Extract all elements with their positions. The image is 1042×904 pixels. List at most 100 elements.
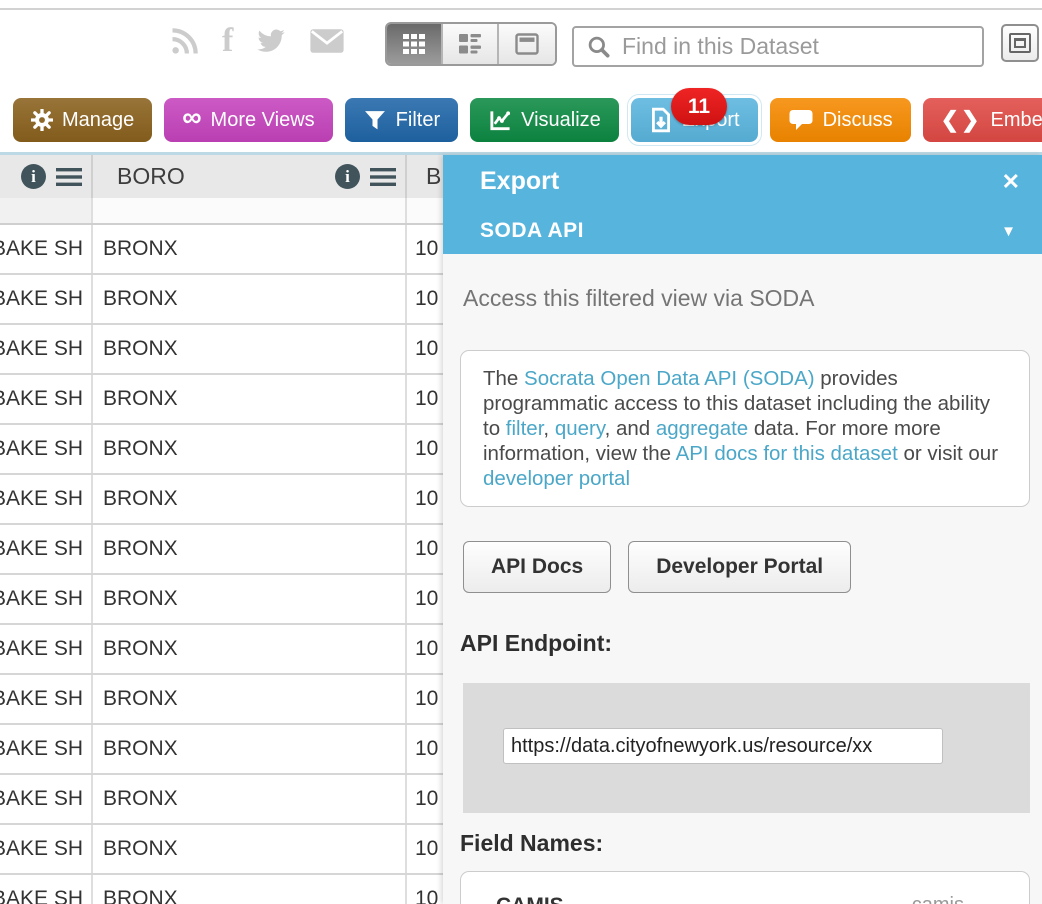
table-row[interactable]: BAKE SHBRONX10 (0, 325, 443, 375)
table-row[interactable]: BAKE SHBRONX10 (0, 475, 443, 525)
search-input[interactable] (622, 33, 982, 60)
cell-dba[interactable]: BAKE SH (0, 425, 93, 473)
table-row[interactable]: BAKE SHBRONX10 (0, 575, 443, 625)
table-row[interactable]: BAKE SHBRONX10 (0, 375, 443, 425)
column-info-icon[interactable]: i (21, 164, 46, 189)
cell-dba[interactable]: BAKE SH (0, 225, 93, 273)
cell-dba[interactable]: BAKE SH (0, 875, 93, 904)
view-mode-grid[interactable] (387, 24, 443, 64)
soda-description: The Socrata Open Data API (SODA) provide… (460, 350, 1030, 507)
cell-dba[interactable]: BAKE SH (0, 325, 93, 373)
chevron-down-icon: ▼ (1001, 223, 1016, 240)
soda-link[interactable]: API docs for this dataset (676, 442, 898, 465)
table-row[interactable]: BAKE SHBRONX10 (0, 275, 443, 325)
email-icon[interactable] (309, 27, 345, 55)
table-row[interactable]: BAKE SHBRONX10 (0, 625, 443, 675)
table-row[interactable]: BAKE SHBRONX10 (0, 875, 443, 904)
export-panel-header: Export ✕ (443, 155, 1042, 208)
soda-link[interactable]: developer portal (483, 467, 630, 490)
cell-dba[interactable]: BAKE SH (0, 625, 93, 673)
cell-boro[interactable]: BRONX (93, 675, 407, 723)
cell-dba[interactable]: BAKE SH (0, 375, 93, 423)
cell-dba[interactable]: BAKE SH (0, 575, 93, 623)
cell-boro[interactable]: BRONX (93, 325, 407, 373)
rss-icon[interactable] (170, 26, 200, 56)
table-row[interactable]: BAKE SHBRONX10 (0, 725, 443, 775)
cell-boro[interactable]: BRONX (93, 525, 407, 573)
column-info-icon[interactable]: i (335, 164, 360, 189)
cell-building[interactable]: 10 (407, 225, 443, 273)
cell-building[interactable]: 10 (407, 725, 443, 773)
cell-building[interactable]: 10 (407, 675, 443, 723)
developer-portal-button[interactable]: Developer Portal (628, 541, 851, 593)
cell-boro[interactable]: BRONX (93, 425, 407, 473)
twitter-icon[interactable] (255, 26, 287, 56)
column-menu-icon[interactable] (56, 167, 82, 187)
cell-boro[interactable]: BRONX (93, 275, 407, 323)
cell-boro[interactable]: BRONX (93, 875, 407, 904)
cell-building[interactable]: 10 (407, 375, 443, 423)
cell-dba[interactable]: BAKE SH (0, 825, 93, 873)
cell-boro[interactable]: BRONX (93, 775, 407, 823)
api-endpoint-input[interactable] (503, 728, 943, 764)
discuss-button[interactable]: Discuss (770, 98, 911, 142)
view-mode-fatrow[interactable] (443, 24, 499, 64)
soda-link[interactable]: Socrata Open Data API (SODA) (524, 367, 815, 390)
visualize-button[interactable]: Visualize (470, 98, 619, 142)
column-header-boro[interactable]: BORO i (93, 155, 407, 198)
fatrow-view-icon (457, 31, 483, 57)
cell-building[interactable]: 10 (407, 425, 443, 473)
soda-link[interactable]: filter (506, 417, 544, 440)
table-row[interactable]: BAKE SHBRONX10 (0, 675, 443, 725)
cell-dba[interactable]: BAKE SH (0, 725, 93, 773)
column-header-building[interactable]: B (407, 155, 443, 198)
cell-dba[interactable]: BAKE SH (0, 275, 93, 323)
cell-building[interactable]: 10 (407, 525, 443, 573)
cell-boro[interactable]: BRONX (93, 725, 407, 773)
cell-boro[interactable]: BRONX (93, 225, 407, 273)
table-row[interactable]: BAKE SHBRONX10 (0, 525, 443, 575)
search-icon (586, 34, 612, 60)
cell-building[interactable]: 10 (407, 275, 443, 323)
field-display-name: CAMIS (496, 894, 564, 904)
embed-button[interactable]: ❮❯Embed (923, 98, 1042, 142)
soda-link[interactable]: query (555, 417, 605, 440)
discuss-count-badge: 11 (671, 88, 727, 125)
cell-building[interactable]: 10 (407, 775, 443, 823)
table-body: BAKE SHBRONX10BAKE SHBRONX10BAKE SHBRONX… (0, 225, 443, 904)
cell-boro[interactable]: BRONX (93, 625, 407, 673)
cell-dba[interactable]: BAKE SH (0, 525, 93, 573)
soda-api-section-toggle[interactable]: SODA API ▼ (443, 208, 1042, 254)
cell-building[interactable]: 10 (407, 475, 443, 523)
more-views-button[interactable]: ∞More Views (164, 98, 332, 142)
cell-boro[interactable]: BRONX (93, 375, 407, 423)
cell-dba[interactable]: BAKE SH (0, 775, 93, 823)
table-row[interactable]: BAKE SHBRONX10 (0, 225, 443, 275)
soda-intro-text: Access this filtered view via SODA (460, 285, 1042, 312)
fullscreen-button[interactable] (1001, 24, 1039, 62)
filter-button[interactable]: Filter (345, 98, 458, 142)
soda-link[interactable]: aggregate (656, 417, 748, 440)
table-row[interactable]: BAKE SHBRONX10 (0, 825, 443, 875)
cell-boro[interactable]: BRONX (93, 825, 407, 873)
cell-building[interactable]: 10 (407, 875, 443, 904)
column-menu-icon[interactable] (370, 167, 396, 187)
cell-building[interactable]: 10 (407, 575, 443, 623)
manage-button[interactable]: Manage (13, 98, 152, 142)
close-icon[interactable]: ✕ (1002, 171, 1020, 193)
dataset-search (572, 26, 984, 67)
cell-building[interactable]: 10 (407, 625, 443, 673)
cell-dba[interactable]: BAKE SH (0, 475, 93, 523)
cell-boro[interactable]: BRONX (93, 575, 407, 623)
table-row[interactable]: BAKE SHBRONX10 (0, 775, 443, 825)
export-panel-body: Access this filtered view via SODA The S… (443, 285, 1042, 904)
cell-building[interactable]: 10 (407, 325, 443, 373)
api-docs-button[interactable]: API Docs (463, 541, 611, 593)
cell-boro[interactable]: BRONX (93, 475, 407, 523)
facebook-icon[interactable]: f (222, 24, 233, 58)
dataset-page: f Manage ∞More Views Filter Visualize Export… (0, 0, 1042, 904)
cell-dba[interactable]: BAKE SH (0, 675, 93, 723)
table-row[interactable]: BAKE SHBRONX10 (0, 425, 443, 475)
cell-building[interactable]: 10 (407, 825, 443, 873)
view-mode-page[interactable] (499, 24, 555, 64)
